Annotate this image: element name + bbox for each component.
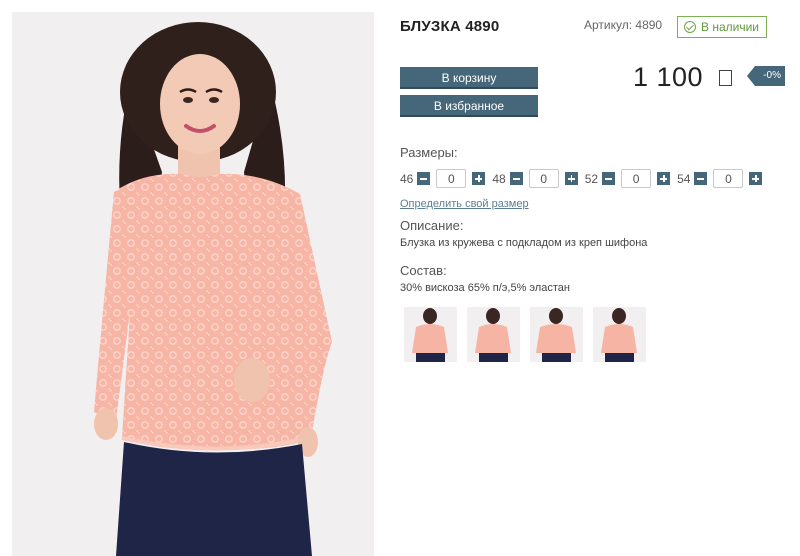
plus-icon[interactable] (472, 172, 486, 185)
check-circle-icon (684, 21, 696, 33)
thumbnail-image[interactable] (404, 307, 457, 362)
thumbnail-gallery (404, 307, 646, 362)
plus-icon[interactable] (657, 172, 671, 185)
size-item-46: 46 (400, 169, 486, 188)
add-to-favorites-button[interactable]: В избранное (400, 95, 538, 115)
product-sku: Артикул: 4890 (584, 18, 663, 32)
discount-badge: -0% (747, 66, 785, 86)
in-stock-label: В наличии (701, 20, 760, 34)
sizes-selector: 46 48 52 54 (400, 169, 769, 188)
description-label: Описание: (400, 218, 464, 233)
quantity-input[interactable] (436, 169, 467, 188)
size-number: 54 (677, 171, 691, 186)
product-main-photo[interactable] (12, 12, 374, 556)
size-item-52: 52 (584, 169, 671, 188)
size-item-48: 48 (492, 169, 578, 188)
size-number: 46 (400, 171, 414, 186)
minus-icon[interactable] (509, 172, 523, 185)
composition-text: 30% вискоза 65% п/э,5% эластан (400, 282, 570, 294)
add-to-cart-button[interactable]: В корзину (400, 67, 538, 87)
quantity-input[interactable] (621, 169, 652, 188)
thumbnail-image[interactable] (467, 307, 520, 362)
size-number: 48 (492, 171, 506, 186)
currency-icon (719, 70, 732, 86)
description-text: Блузка из кружева с подкладом из креп ши… (400, 237, 648, 249)
minus-icon[interactable] (417, 172, 431, 185)
in-stock-badge: В наличии (677, 16, 768, 38)
plus-icon[interactable] (564, 172, 578, 185)
size-number: 52 (584, 171, 599, 186)
product-title: БЛУЗКА 4890 (400, 18, 500, 35)
minus-icon[interactable] (602, 172, 616, 185)
composition-label: Состав: (400, 263, 447, 278)
quantity-input[interactable] (528, 169, 559, 188)
sizes-label: Размеры: (400, 145, 458, 160)
thumbnail-image[interactable] (593, 307, 646, 362)
determine-size-link[interactable]: Определить свой размер (400, 198, 529, 210)
size-item-54: 54 (677, 169, 763, 188)
product-price: 1 100 (633, 62, 704, 92)
plus-icon[interactable] (749, 172, 763, 185)
quantity-input[interactable] (713, 169, 744, 188)
minus-icon[interactable] (694, 172, 708, 185)
thumbnail-image[interactable] (530, 307, 583, 362)
